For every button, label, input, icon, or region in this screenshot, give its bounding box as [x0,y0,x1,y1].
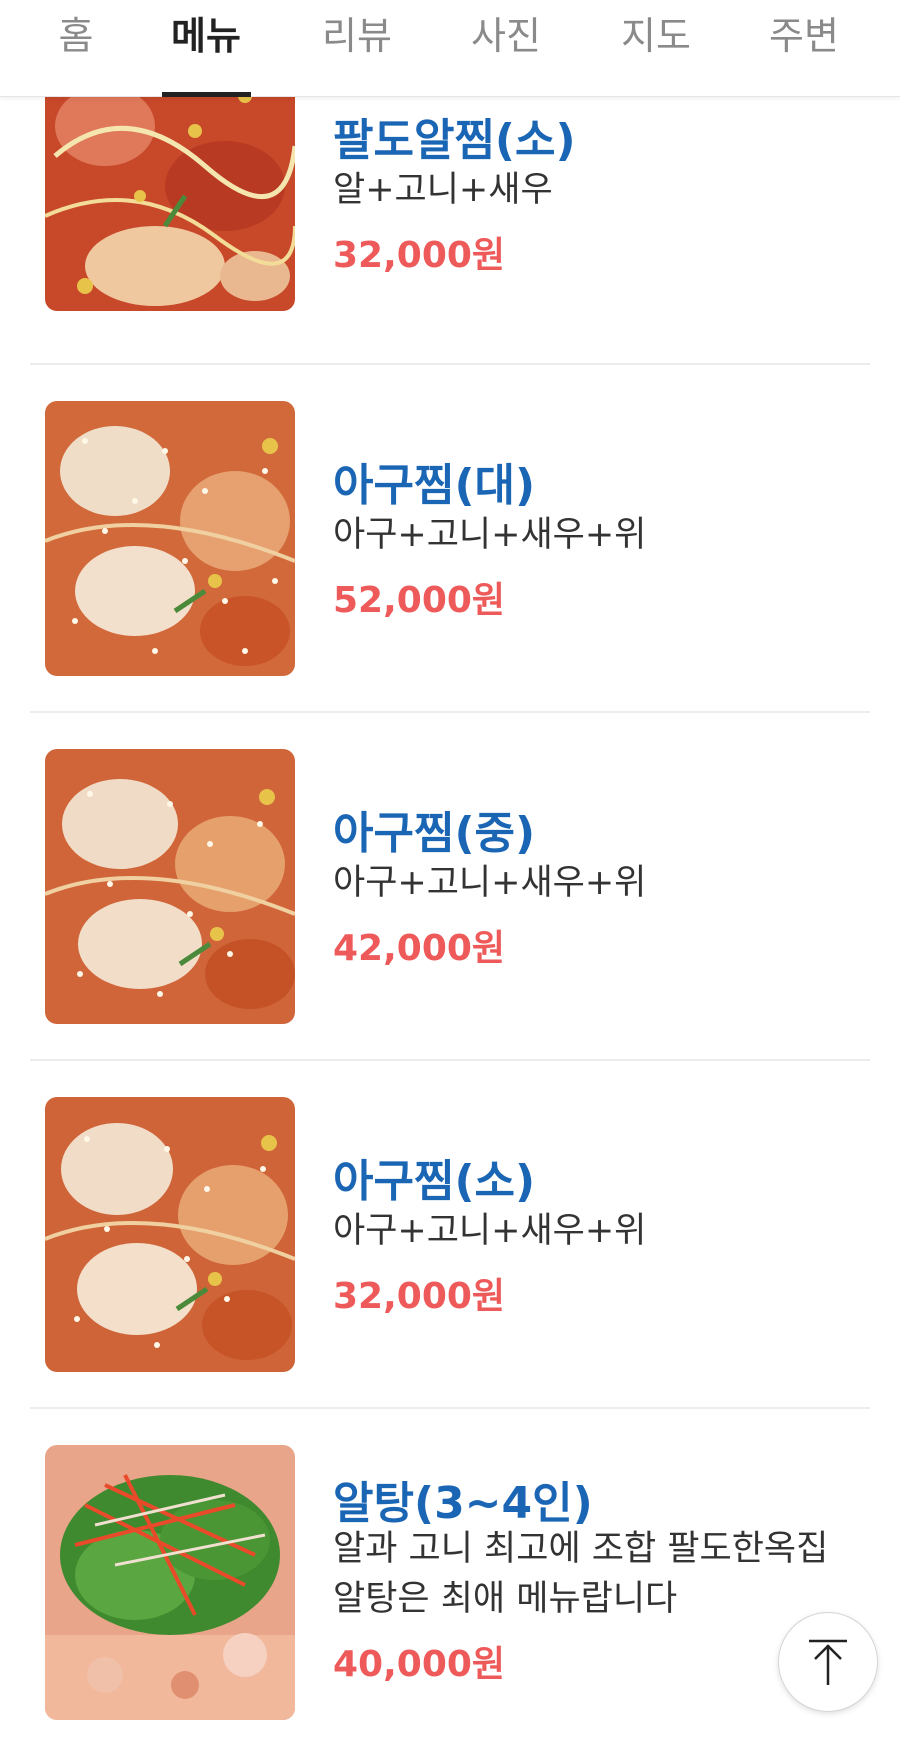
menu-item-price: 32,000원 [333,1276,506,1317]
tab-map[interactable]: 지도 [601,0,711,96]
scroll-to-top-button[interactable] [778,1612,878,1712]
menu-item-description: 아구+고니+새우+위 [333,863,647,903]
menu-item-photo [45,1445,295,1720]
menu-item-description: 아구+고니+새우+위 [333,1211,647,1251]
menu-item-description: 아구+고니+새우+위 [333,515,647,555]
divider [30,1059,870,1061]
menu-item-name: 아구찜(중) [333,808,536,859]
menu-item-description-line1: 알과 고니 최고에 조합 팔도한옥집 [333,1529,829,1569]
menu-item-name: 아구찜(대) [333,460,536,511]
menu-item-photo [45,1097,295,1372]
tab-bar: 홈 메뉴 리뷰 사진 지도 주변 [0,0,900,97]
active-tab-indicator [162,92,251,97]
menu-item-name: 알탕(3~4인) [333,1478,593,1529]
menu-item-price: 32,000원 [333,235,506,276]
tab-reviews[interactable]: 리뷰 [302,0,412,96]
menu-item-photo [45,749,295,1024]
arrow-up-icon [809,1639,847,1685]
tab-photos[interactable]: 사진 [451,0,561,96]
menu-item-name: 팔도알찜(소) [333,115,576,166]
divider [30,1407,870,1409]
menu-item-price: 40,000원 [333,1644,506,1685]
menu-item-photo [45,401,295,676]
menu-item-price: 52,000원 [333,580,506,621]
menu-item-description: 알+고니+새우 [333,170,553,210]
menu-item-price: 42,000원 [333,928,506,969]
menu-item-description-line2: 알탕은 최애 메뉴랍니다 [333,1579,678,1619]
tab-home[interactable]: 홈 [21,0,131,96]
menu-item-name: 아구찜(소) [333,1156,536,1207]
tab-nearby[interactable]: 주변 [749,0,859,96]
divider [30,363,870,365]
tab-menu[interactable]: 메뉴 [151,0,261,96]
divider [30,711,870,713]
